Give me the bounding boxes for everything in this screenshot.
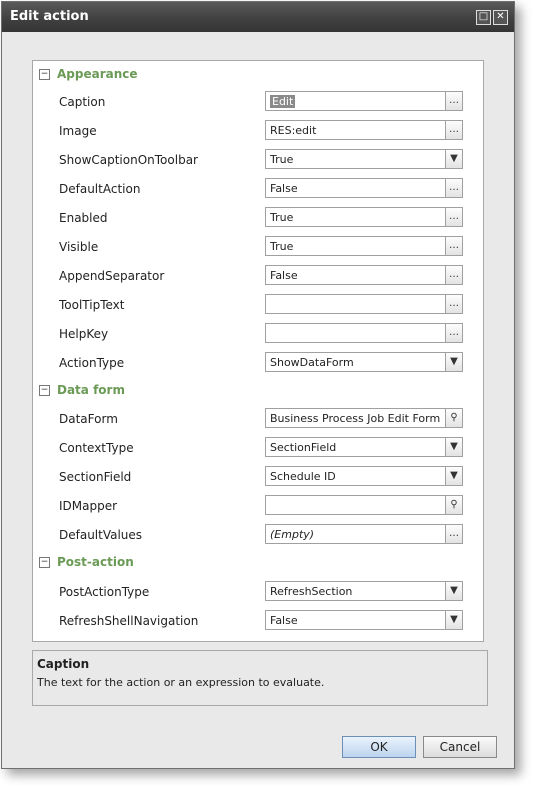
category-label: Appearance xyxy=(57,67,138,81)
collapse-icon[interactable]: − xyxy=(39,385,50,396)
ok-button[interactable]: OK xyxy=(342,736,416,758)
visible-field[interactable]: True xyxy=(265,236,446,256)
ellipsis-icon[interactable]: … xyxy=(445,265,463,285)
property-name: Visible xyxy=(59,240,99,254)
help-description: The text for the action or an expression… xyxy=(37,676,325,689)
tooltip-field[interactable] xyxy=(265,294,446,314)
property-row-defaultaction: DefaultAction False … xyxy=(33,178,473,200)
category-label: Data form xyxy=(57,383,125,397)
property-row-visible: Visible True … xyxy=(33,236,473,258)
dataform-field[interactable]: Business Process Job Edit Form xyxy=(265,408,446,428)
caption-value: Edit xyxy=(270,95,296,108)
append-separator-field[interactable]: False xyxy=(265,265,446,285)
ellipsis-icon[interactable]: … xyxy=(445,524,463,544)
property-name: Enabled xyxy=(59,211,108,225)
post-action-type-select[interactable]: RefreshSection xyxy=(265,581,446,601)
property-name: SectionField xyxy=(59,470,132,484)
image-field[interactable]: RES:edit xyxy=(265,120,446,140)
section-field-select[interactable]: Schedule ID xyxy=(265,466,446,486)
chevron-down-icon[interactable]: ▼ xyxy=(445,149,463,169)
property-row-tooltip: ToolTipText … xyxy=(33,294,473,316)
chevron-down-icon[interactable]: ▼ xyxy=(445,437,463,457)
category-label: Post-action xyxy=(57,555,134,569)
property-row-actiontype: ActionType ShowDataForm ▼ xyxy=(33,352,473,374)
category-appearance[interactable]: − Appearance xyxy=(33,65,473,85)
property-name: PostActionType xyxy=(59,585,150,599)
property-name: HelpKey xyxy=(59,327,109,341)
caption-field[interactable]: Edit xyxy=(265,91,446,111)
ellipsis-icon[interactable]: … xyxy=(445,207,463,227)
category-data-form[interactable]: − Data form xyxy=(33,381,473,401)
property-name: ToolTipText xyxy=(59,298,125,312)
ellipsis-icon[interactable]: … xyxy=(445,323,463,343)
property-name: Caption xyxy=(59,95,106,109)
title-bar: Edit action □ ✕ xyxy=(2,2,514,32)
ellipsis-icon[interactable]: … xyxy=(445,294,463,314)
ellipsis-icon[interactable]: … xyxy=(445,91,463,111)
property-row-refreshshell: RefreshShellNavigation False ▼ xyxy=(33,610,473,632)
ellipsis-icon[interactable]: … xyxy=(445,178,463,198)
collapse-icon[interactable]: − xyxy=(39,69,50,80)
chevron-down-icon[interactable]: ▼ xyxy=(445,466,463,486)
property-name: DefaultValues xyxy=(59,528,143,542)
property-row-dataform: DataForm Business Process Job Edit Form … xyxy=(33,408,473,430)
default-action-field[interactable]: False xyxy=(265,178,446,198)
chevron-down-icon[interactable]: ▼ xyxy=(445,352,463,372)
property-name: DataForm xyxy=(59,412,118,426)
show-caption-select[interactable]: True xyxy=(265,149,446,169)
property-name: Image xyxy=(59,124,97,138)
help-panel: Caption The text for the action or an ex… xyxy=(32,650,488,706)
search-icon[interactable]: ⚲ xyxy=(445,495,463,515)
property-row-showcaption: ShowCaptionOnToolbar True ▼ xyxy=(33,149,473,171)
property-row-sectionfield: SectionField Schedule ID ▼ xyxy=(33,466,473,488)
close-icon[interactable]: ✕ xyxy=(493,10,508,25)
property-name: AppendSeparator xyxy=(59,269,165,283)
category-post-action[interactable]: − Post-action xyxy=(33,553,473,573)
property-row-postactiontype: PostActionType RefreshSection ▼ xyxy=(33,581,473,603)
property-name: IDMapper xyxy=(59,499,118,513)
property-name: ShowCaptionOnToolbar xyxy=(59,153,198,167)
property-name: ContextType xyxy=(59,441,134,455)
idmapper-field[interactable] xyxy=(265,495,446,515)
action-type-select[interactable]: ShowDataForm xyxy=(265,352,446,372)
chevron-down-icon[interactable]: ▼ xyxy=(445,610,463,630)
property-row-image: Image RES:edit … xyxy=(33,120,473,142)
edit-action-dialog: Edit action □ ✕ − Appearance Caption Edi… xyxy=(1,1,515,769)
search-icon[interactable]: ⚲ xyxy=(445,408,463,428)
property-row-contexttype: ContextType SectionField ▼ xyxy=(33,437,473,459)
dialog-title: Edit action xyxy=(10,9,89,24)
helpkey-field[interactable] xyxy=(265,323,446,343)
cancel-button[interactable]: Cancel xyxy=(423,736,497,758)
property-row-enabled: Enabled True … xyxy=(33,207,473,229)
maximize-icon[interactable]: □ xyxy=(476,10,491,25)
collapse-icon[interactable]: − xyxy=(39,557,50,568)
help-title: Caption xyxy=(37,657,90,671)
property-row-appendseparator: AppendSeparator False … xyxy=(33,265,473,287)
ellipsis-icon[interactable]: … xyxy=(445,236,463,256)
context-type-select[interactable]: SectionField xyxy=(265,437,446,457)
refresh-shell-select[interactable]: False xyxy=(265,610,446,630)
chevron-down-icon[interactable]: ▼ xyxy=(445,581,463,601)
property-row-defaultvalues: DefaultValues (Empty) … xyxy=(33,524,473,546)
property-name: DefaultAction xyxy=(59,182,141,196)
property-row-idmapper: IDMapper ⚲ xyxy=(33,495,473,517)
default-values-field[interactable]: (Empty) xyxy=(265,524,446,544)
property-name: ActionType xyxy=(59,356,125,370)
property-grid: − Appearance Caption Edit … Image RES:ed… xyxy=(32,60,484,642)
enabled-field[interactable]: True xyxy=(265,207,446,227)
property-row-caption: Caption Edit … xyxy=(33,91,473,113)
property-row-helpkey: HelpKey … xyxy=(33,323,473,345)
ellipsis-icon[interactable]: … xyxy=(445,120,463,140)
property-name: RefreshShellNavigation xyxy=(59,614,199,628)
